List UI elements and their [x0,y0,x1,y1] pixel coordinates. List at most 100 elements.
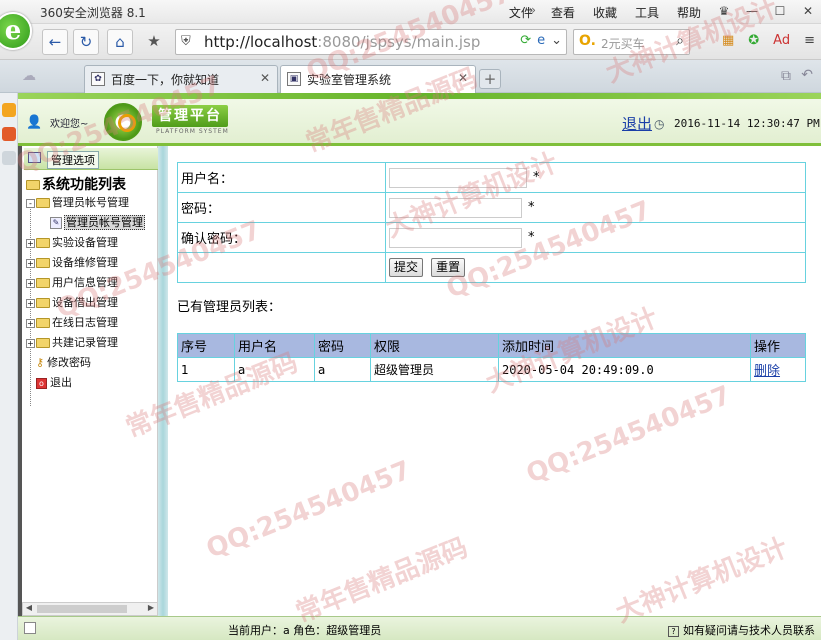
frame-divider[interactable] [158,146,168,616]
cloud-icon[interactable]: ☁ [22,68,36,84]
clock-icon: ◷ [654,117,665,131]
favorites-sidebar-icon[interactable] [2,103,16,117]
apps-icon[interactable]: ▦ [722,33,734,48]
search-icon[interactable]: ⌕ [676,33,684,49]
browser-titlebar: 360安全浏览器 8.1 » 文件 查看 收藏 工具 帮助 ♛ — ☐ ✕ [0,0,821,24]
scroll-thumb[interactable] [37,605,127,613]
tab-lab-system[interactable]: ▣ 实验室管理系统 ✕ [280,65,476,93]
back-icon[interactable]: ← [42,29,68,55]
required-mark: * [528,200,535,215]
tab-baidu[interactable]: ✿ 百度一下，你就知道 ✕ [84,65,278,93]
menu-change-password[interactable]: ⚷ 修改密码 [36,354,91,370]
management-options-label: 管理选项 [47,151,99,169]
menu-equipment-lending[interactable]: + 设备借出管理 [26,294,118,310]
expand-icon[interactable]: + [26,338,35,348]
menu-root[interactable]: 系统功能列表 [26,174,126,194]
menu-sub-admin-account[interactable]: ✎ 管理员帐号管理 [50,214,145,230]
security-icon[interactable]: ✪ [748,33,759,48]
folder-icon [36,258,50,268]
cell-password: a [314,357,371,382]
menu-sub-label: 管理员帐号管理 [64,215,145,230]
scroll-left-icon[interactable]: ◀ [23,603,35,612]
empty-cell [177,252,386,283]
current-user-info: 当前用户：a 角色：超级管理员 [228,624,382,637]
expand-icon[interactable]: + [26,238,35,248]
page-favicon-icon: ▣ [287,72,301,86]
collapse-icon[interactable]: - [26,198,35,208]
weibo-sidebar-icon[interactable] [2,127,16,141]
star-icon[interactable]: ★ [141,29,167,55]
home-icon[interactable]: ⌂ [107,29,133,55]
logout-link[interactable]: 退出 [622,113,652,134]
refresh-icon[interactable]: ↻ [73,29,99,55]
tab-close-icon[interactable]: ✕ [260,71,270,85]
menu-favorites[interactable]: 收藏 [593,4,617,21]
restore-tab-icon[interactable]: ⧉ [781,68,791,84]
browser-toolbar: ← ↻ ⌂ ★ ⛨ http://localhost:8080/jspsys/m… [0,24,821,60]
username-label: 用户名： [177,162,386,193]
skin-icon[interactable]: ♛ [715,2,733,20]
exit-icon: o [36,377,47,389]
undo-close-icon[interactable]: ↶ [801,67,813,83]
menu-help[interactable]: 帮助 [677,4,701,21]
folder-icon [36,238,50,248]
compat-mode-icon[interactable]: e [537,33,545,48]
menu-equipment-repair[interactable]: + 设备维修管理 [26,254,118,270]
brand-title: 管理平台 [152,105,228,127]
menu-user-info[interactable]: + 用户信息管理 [26,274,118,290]
maximize-icon[interactable]: ☐ [771,2,789,20]
scroll-right-icon[interactable]: ▶ [145,603,157,612]
sidebar-tool-icon[interactable] [2,151,16,165]
menu-horizontal-scrollbar[interactable]: ◀ ▶ [22,602,158,616]
menu-lab-equipment[interactable]: + 实验设备管理 [26,234,118,250]
menu-item-label: 退出 [50,376,72,389]
folder-icon [36,198,50,208]
menu-file[interactable]: 文件 [509,4,533,21]
adblock-icon[interactable]: Ad [773,33,790,48]
current-datetime: 2016-11-14 12:30:47 PM [674,117,820,130]
cell-role: 超级管理员 [370,357,499,382]
management-options-button[interactable]: 管理选项 [24,148,158,170]
menu-co-build-records[interactable]: + 共建记录管理 [26,334,118,350]
col-action: 操作 [750,333,806,358]
menu-exit[interactable]: o 退出 [36,374,72,390]
tab-close-icon[interactable]: ✕ [458,71,468,85]
folder-icon [36,298,50,308]
chevron-down-icon[interactable]: ⌄ [551,33,562,48]
confirm-password-input[interactable] [389,227,522,248]
status-bar: 当前用户：a 角色：超级管理员 ? 如有疑问请与技术人员联系 [18,616,821,640]
app-logo [104,103,142,141]
submit-button[interactable]: 提交 [389,258,424,277]
welcome-text: 欢迎您~ [50,119,89,130]
required-mark: * [533,170,540,185]
delete-link[interactable]: 删除 [754,364,780,379]
expand-icon[interactable]: + [26,298,35,308]
expand-icon[interactable]: + [26,278,35,288]
admin-list-table: 序号 用户名 密码 权限 添加时间 操作 1 a a 超级管理员 2020-05… [177,333,806,382]
search-engine-icon[interactable]: O. [579,33,596,49]
password-input[interactable] [389,197,522,218]
menu-online-log[interactable]: + 在线日志管理 [26,314,118,330]
close-icon[interactable]: ✕ [799,2,817,20]
user-icon: 👤 [26,115,43,130]
reload-site-icon[interactable]: ⟳ [520,33,531,48]
browser-title: 360安全浏览器 8.1 [40,6,146,20]
search-box[interactable]: O. 2元买车 ⌕ [573,29,690,55]
username-input[interactable] [389,167,527,188]
address-bar[interactable]: ⛨ http://localhost:8080/jspsys/main.jsp … [175,29,567,55]
reset-button[interactable]: 重置 [431,258,466,277]
menu-item-label: 修改密码 [47,356,92,369]
expand-icon[interactable]: + [26,258,35,268]
more-icon[interactable]: ≡ [804,33,815,48]
window-controls: ♛ — ☐ ✕ [715,2,817,20]
help-text: 如有疑问请与技术人员联系 [683,624,815,637]
menu-tools[interactable]: 工具 [635,4,659,21]
minimize-icon[interactable]: — [743,2,761,20]
required-mark: * [528,230,535,245]
cell-username: a [234,357,315,382]
new-tab-icon[interactable]: + [479,69,501,89]
expand-icon[interactable]: + [26,318,35,328]
menu-admin-account[interactable]: - 管理员帐号管理 [26,194,129,210]
folder-icon [26,180,40,190]
menu-view[interactable]: 查看 [551,4,575,21]
